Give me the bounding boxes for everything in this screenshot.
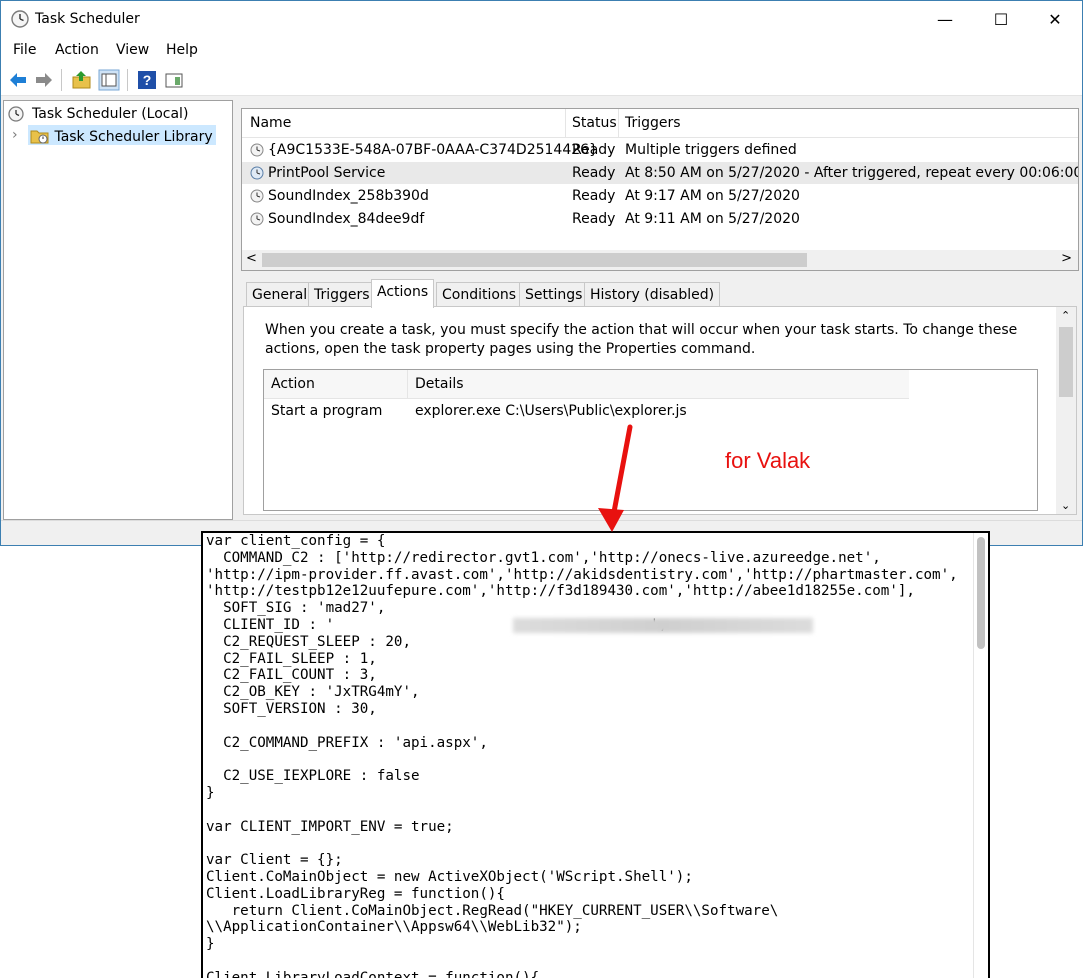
task-triggers: At 8:50 AM on 5/27/2020 - After triggere…	[625, 165, 1079, 181]
tab-conditions[interactable]: Conditions	[436, 282, 523, 307]
scroll-right-icon[interactable]: >	[1061, 251, 1072, 266]
menu-help[interactable]: Help	[166, 42, 198, 58]
console-tree: Task Scheduler (Local) › Task Scheduler …	[3, 100, 233, 520]
toolbar-separator	[61, 69, 62, 91]
scroll-thumb[interactable]	[977, 537, 985, 649]
chevron-right-icon[interactable]: ›	[12, 125, 18, 145]
task-details-tabs: General Triggers Actions Conditions Sett…	[241, 279, 1077, 515]
code-scrollbar[interactable]	[973, 533, 988, 978]
action-details[interactable]: explorer.exe C:\Users\Public\explorer.js	[415, 400, 687, 422]
tree-library-selection: Task Scheduler Library	[28, 125, 216, 145]
minimize-button[interactable]: —	[922, 1, 968, 39]
column-details[interactable]: Details	[407, 370, 464, 398]
task-row[interactable]: SoundIndex_84dee9df Ready At 9:11 AM on …	[242, 208, 1078, 230]
tree-library-label: Task Scheduler Library	[54, 129, 213, 145]
task-name: {A9C1533E-548A-07BF-0AAA-C374D2514426}	[268, 142, 598, 158]
window-title: Task Scheduler	[35, 11, 140, 27]
task-row[interactable]: PrintPool Service Ready At 8:50 AM on 5/…	[242, 162, 1078, 184]
actions-table-header: Action Details	[264, 370, 909, 399]
column-status[interactable]: Status	[565, 109, 618, 137]
task-status: Ready	[572, 188, 616, 204]
task-list: Name Status Triggers {A9C1533E-548A-07BF…	[241, 108, 1079, 271]
tree-root-label: Task Scheduler (Local)	[32, 106, 189, 122]
task-status: Ready	[572, 165, 616, 181]
scroll-thumb[interactable]	[1059, 327, 1073, 397]
up-folder-icon[interactable]	[71, 69, 93, 91]
task-status: Ready	[572, 142, 616, 158]
action-pane-icon[interactable]	[163, 69, 185, 91]
action-type[interactable]: Start a program	[271, 400, 382, 422]
scroll-thumb[interactable]	[262, 253, 807, 267]
column-triggers[interactable]: Triggers	[618, 109, 1078, 137]
tab-general[interactable]: General	[246, 282, 314, 307]
task-triggers: At 9:17 AM on 5/27/2020	[625, 188, 800, 204]
annotation-label: for Valak	[725, 448, 811, 473]
back-arrow-icon[interactable]	[7, 69, 29, 91]
clock-icon	[8, 106, 24, 122]
task-name: PrintPool Service	[268, 165, 386, 181]
code-panel: var client_config = { COMMAND_C2 : ['htt…	[201, 531, 990, 978]
menu-bar: File Action View Help	[1, 39, 1082, 63]
horizontal-scrollbar[interactable]: < >	[242, 250, 1078, 270]
svg-text:?: ?	[143, 72, 152, 88]
task-row[interactable]: {A9C1533E-548A-07BF-0AAA-C374D2514426} R…	[242, 139, 1078, 161]
task-clock-icon	[250, 143, 264, 157]
task-name: SoundIndex_84dee9df	[268, 211, 425, 227]
toolbar: ?	[1, 63, 1082, 96]
task-status: Ready	[572, 211, 616, 227]
task-name: SoundIndex_258b390d	[268, 188, 429, 204]
task-list-header: Name Status Triggers	[242, 109, 1078, 138]
code-text: var client_config = { COMMAND_C2 : ['htt…	[206, 533, 958, 978]
menu-view[interactable]: View	[116, 42, 149, 58]
tab-actions[interactable]: Actions	[371, 279, 435, 308]
toolbar-separator	[127, 69, 128, 91]
vertical-scrollbar[interactable]: ⌃ ⌄	[1056, 307, 1076, 514]
tab-settings[interactable]: Settings	[519, 282, 589, 307]
help-icon[interactable]: ?	[136, 69, 158, 91]
forward-arrow-icon[interactable]	[33, 69, 55, 91]
actions-description: When you create a task, you must specify…	[265, 322, 1018, 357]
folder-clock-icon	[30, 130, 49, 144]
column-name[interactable]: Name	[244, 109, 564, 137]
menu-action[interactable]: Action	[55, 42, 99, 58]
actions-tab-panel: When you create a task, you must specify…	[243, 306, 1077, 515]
scroll-down-icon[interactable]: ⌄	[1061, 499, 1070, 512]
task-clock-icon	[250, 212, 264, 226]
task-clock-icon	[250, 189, 264, 203]
maximize-button[interactable]: ☐	[978, 1, 1024, 39]
column-action[interactable]: Action	[264, 370, 315, 398]
close-button[interactable]: ✕	[1032, 1, 1078, 39]
task-scheduler-window: Task Scheduler — ☐ ✕ File Action View He…	[0, 0, 1083, 546]
scroll-up-icon[interactable]: ⌃	[1061, 309, 1070, 322]
scroll-left-icon[interactable]: <	[246, 251, 257, 266]
task-triggers: At 9:11 AM on 5/27/2020	[625, 211, 800, 227]
tab-triggers[interactable]: Triggers	[308, 282, 376, 307]
title-bar: Task Scheduler — ☐ ✕	[1, 1, 1082, 39]
task-triggers: Multiple triggers defined	[625, 142, 797, 158]
tab-history[interactable]: History (disabled)	[584, 282, 721, 307]
menu-file[interactable]: File	[13, 42, 36, 58]
task-clock-icon	[250, 166, 264, 180]
show-hide-console-tree-icon[interactable]	[98, 69, 120, 91]
actions-table: Action Details Start a program explorer.…	[263, 369, 1038, 511]
redacted-client-id	[513, 618, 813, 633]
task-scheduler-clock-icon	[11, 10, 29, 28]
task-row[interactable]: SoundIndex_258b390d Ready At 9:17 AM on …	[242, 185, 1078, 207]
